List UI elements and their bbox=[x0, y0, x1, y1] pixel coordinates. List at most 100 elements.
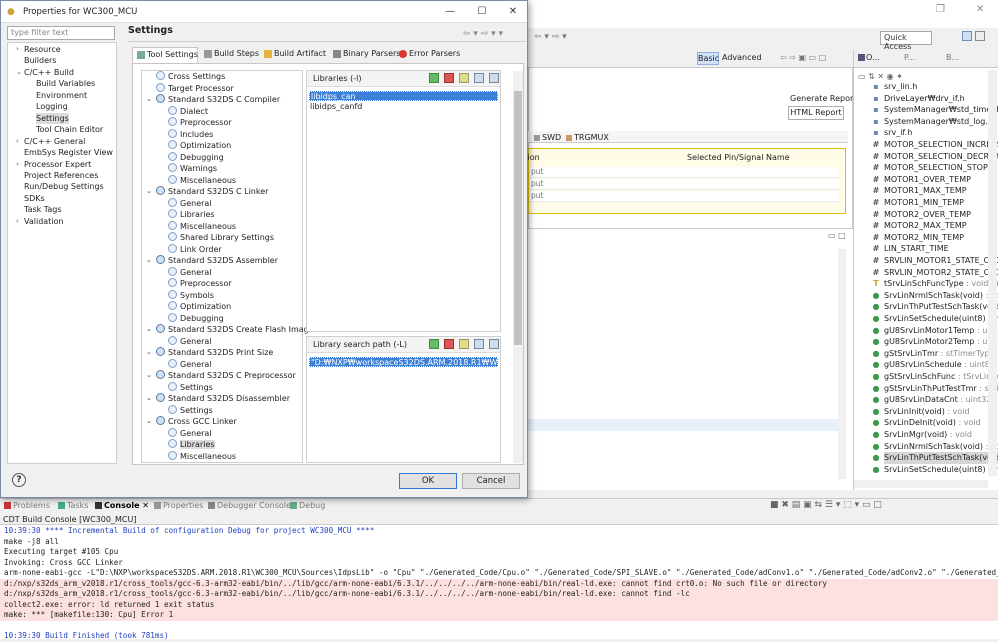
table-row[interactable]: put bbox=[529, 167, 839, 178]
settings-tree-item[interactable]: Link Order bbox=[168, 243, 222, 255]
settings-tree-item[interactable]: General bbox=[168, 335, 212, 347]
outline-item[interactable]: ▪ SystemManager₩std_log.h bbox=[873, 116, 993, 128]
tree-item[interactable]: Logging bbox=[36, 101, 68, 112]
settings-tree-item[interactable]: Optimization bbox=[168, 140, 231, 151]
list-item[interactable]: libidps_canfd bbox=[309, 102, 498, 112]
outline-item[interactable]: # LIN_START_TIME bbox=[873, 243, 949, 255]
chevron-down-icon[interactable]: ⌄ bbox=[146, 393, 152, 404]
outline-toolbar-icons[interactable]: ▭ ⇅ ✕ ◉ ✦ bbox=[858, 72, 903, 81]
outline-item[interactable]: ●SrvLinNrmlSchTask(void) : void bbox=[873, 290, 998, 302]
restore-icon[interactable]: ❐ bbox=[936, 4, 945, 15]
settings-tree-item[interactable]: Libraries bbox=[168, 439, 215, 450]
settings-tree-item[interactable]: ⌄ Standard S32DS C Linker bbox=[146, 186, 268, 197]
minimize-icon[interactable]: ▭ □ bbox=[828, 231, 846, 240]
tab-trgmux[interactable]: TRGMUX bbox=[566, 133, 609, 142]
tab-properties[interactable]: Properties bbox=[154, 501, 203, 510]
outline-item[interactable]: # MOTOR2_MAX_TEMP bbox=[873, 220, 967, 232]
settings-tree-item[interactable]: Libraries bbox=[168, 209, 215, 220]
chevron-down-icon[interactable]: ⌄ bbox=[146, 94, 152, 105]
list-item[interactable]: libidps_can bbox=[309, 91, 498, 101]
move-down-icon[interactable] bbox=[489, 339, 499, 349]
settings-tree-item[interactable]: ⌄ Cross GCC Linker bbox=[146, 416, 237, 427]
settings-tree-item[interactable]: General bbox=[168, 197, 212, 209]
tree-item[interactable]: Task Tags bbox=[24, 204, 62, 215]
tab-binary-parsers[interactable]: Binary Parsers bbox=[329, 47, 404, 63]
advanced-mode-button[interactable]: Advanced bbox=[722, 53, 762, 62]
close-icon[interactable]: ✕ bbox=[976, 4, 984, 15]
outline-item[interactable]: ●gStSrvLinSchFunc : tSrvLinSch bbox=[873, 371, 998, 383]
edit-icon[interactable] bbox=[459, 339, 469, 349]
outline-item[interactable]: ●SrvLinNrmlSchTask(void) : void bbox=[873, 441, 998, 453]
settings-tree-item[interactable]: Settings bbox=[168, 381, 213, 393]
settings-tree-item[interactable]: Warnings bbox=[168, 163, 217, 174]
outline-item[interactable]: ●gU8SrvLinMotor2Temp : uint8 bbox=[873, 336, 998, 348]
cancel-button[interactable]: Cancel bbox=[462, 473, 520, 489]
tree-item[interactable]: Builders bbox=[24, 55, 56, 66]
tree-item[interactable]: ⌄ C/C++ Build bbox=[16, 67, 74, 78]
settings-tree-item[interactable]: Cross Settings bbox=[156, 71, 225, 82]
html-report-button[interactable]: HTML Report bbox=[788, 106, 844, 120]
basic-mode-button[interactable]: Basic bbox=[697, 52, 719, 65]
maximize-icon[interactable]: ☐ bbox=[475, 5, 489, 19]
outline-item[interactable]: ● gU8SrvLinSchedule : uint8 bbox=[873, 359, 991, 371]
outline-scrollbar[interactable] bbox=[988, 70, 997, 476]
delete-icon[interactable] bbox=[444, 339, 454, 349]
outline-item[interactable]: ●SrvLinSetSchedule(uint8) : void bbox=[873, 313, 998, 325]
history-nav-icons[interactable]: ⇦ ▾ ⇨ ▾ ▾ bbox=[463, 29, 503, 39]
column-header-pin[interactable]: Selected Pin/Signal Name bbox=[687, 153, 790, 162]
console-output[interactable]: 10:39:30 **** Incremental Build of confi… bbox=[0, 524, 998, 640]
tab-properties[interactable]: P... bbox=[904, 53, 915, 62]
tree-item[interactable]: › Validation bbox=[16, 216, 64, 227]
tree-item[interactable]: › Processor Expert bbox=[16, 159, 91, 170]
chevron-right-icon[interactable]: › bbox=[16, 216, 19, 227]
settings-tree-item[interactable]: ⌄ Standard S32DS Create Flash Image bbox=[146, 324, 314, 335]
tab-debugger-console[interactable]: Debugger Console bbox=[208, 501, 291, 510]
tree-item[interactable]: SDKs bbox=[24, 193, 45, 204]
dialog-title-bar[interactable]: ● Properties for WC300_MCU — ☐ ✕ bbox=[1, 1, 527, 23]
chevron-down-icon[interactable]: ⌄ bbox=[146, 370, 152, 381]
add-icon[interactable] bbox=[429, 73, 439, 83]
chevron-down-icon[interactable]: ⌄ bbox=[146, 347, 152, 358]
outline-item[interactable]: # MOTOR1_OVER_TEMP bbox=[873, 174, 971, 186]
view-nav-icons[interactable]: ⇦ ⇨ ▣ ▭ □ bbox=[780, 53, 826, 62]
settings-tree-item[interactable]: Shared Library Settings bbox=[168, 232, 274, 243]
nav-back-icon[interactable]: ⇦ ▾ ⇨ ▾ bbox=[534, 32, 567, 42]
tab-outline[interactable]: O... bbox=[858, 53, 880, 62]
settings-tree-item[interactable]: Miscellaneous bbox=[168, 220, 236, 232]
outline-item[interactable]: ▪ srv_lin.h bbox=[873, 81, 917, 93]
settings-tree-item[interactable]: Miscellaneous bbox=[168, 174, 236, 186]
chevron-right-icon[interactable]: › bbox=[16, 44, 19, 55]
settings-tree-item[interactable]: Preprocessor bbox=[168, 117, 232, 128]
chevron-down-icon[interactable]: ⌄ bbox=[146, 255, 152, 266]
quick-access-input[interactable]: Quick Access bbox=[880, 31, 932, 51]
chevron-down-icon[interactable]: ⌄ bbox=[146, 416, 152, 427]
tree-item[interactable]: Project References bbox=[24, 170, 98, 181]
tree-item[interactable]: Run/Debug Settings bbox=[24, 181, 104, 192]
tab-console[interactable]: Console ✕ bbox=[95, 501, 149, 510]
tab-swd[interactable]: SWD bbox=[534, 133, 561, 142]
edit-icon[interactable] bbox=[459, 73, 469, 83]
outline-item[interactable]: ▪ DriveLayer₩drv_if.h bbox=[873, 93, 964, 105]
tab-problems[interactable]: Problems bbox=[4, 501, 50, 510]
settings-tree-item[interactable]: Debugging bbox=[168, 151, 224, 163]
outline-item[interactable]: ● SrvLinThPutTestSchTask(void) bbox=[873, 452, 998, 464]
settings-tree-item[interactable]: General bbox=[168, 358, 212, 370]
outline-item[interactable]: # MOTOR_SELECTION_INCREASE bbox=[873, 139, 998, 151]
delete-icon[interactable] bbox=[444, 73, 454, 83]
move-down-icon[interactable] bbox=[489, 73, 499, 83]
settings-tree-item[interactable]: ⌄ Standard S32DS Assembler bbox=[146, 255, 278, 266]
outline-item[interactable]: ●gU8SrvLinMotor1Temp : uint8 bbox=[873, 325, 998, 337]
tree-item[interactable]: Settings bbox=[36, 112, 69, 124]
outline-item[interactable]: # MOTOR1_MAX_TEMP bbox=[873, 185, 967, 197]
outline-hscrollbar[interactable] bbox=[854, 480, 988, 488]
outline-item[interactable]: ● SrvLinMgr(void) : void bbox=[873, 429, 973, 441]
outline-item[interactable]: ● SrvLinThPutTestSchTask(void) bbox=[873, 301, 998, 313]
outline-item[interactable]: ▪ srv_if.h bbox=[873, 127, 912, 139]
settings-tree-item[interactable]: Miscellaneous bbox=[168, 450, 236, 462]
settings-tree-item[interactable]: ⌄ Standard S32DS Disassembler bbox=[146, 393, 290, 404]
tab-build-steps[interactable]: Build Steps bbox=[200, 47, 263, 63]
outline-item[interactable]: ●SrvLinSetSchedule(uint8) : void bbox=[873, 464, 998, 476]
move-up-icon[interactable] bbox=[474, 73, 484, 83]
outline-item[interactable]: # MOTOR2_MIN_TEMP bbox=[873, 232, 964, 244]
settings-tree-item[interactable]: Preprocessor bbox=[168, 278, 232, 289]
